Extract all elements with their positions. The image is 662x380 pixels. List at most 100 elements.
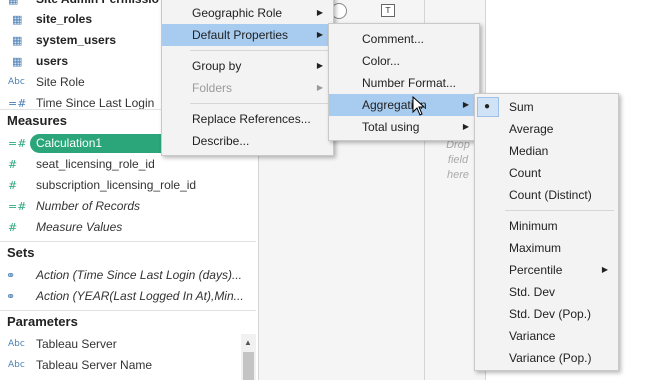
menu-separator: [505, 210, 614, 211]
menu-item-color[interactable]: Color...: [329, 50, 479, 72]
menu-item-label: Average: [509, 122, 554, 136]
string-type-icon: Abc: [8, 339, 25, 349]
menu-item-total-using[interactable]: Total using ▶: [329, 116, 479, 138]
parameter-label: Tableau Server: [36, 337, 117, 351]
submenu-arrow-icon: ▶: [316, 30, 323, 39]
field-subscription-licensing-role-id[interactable]: # subscription_licensing_role_id: [0, 175, 256, 196]
set-icon: ⚭: [6, 290, 16, 303]
scroll-up-arrow-icon[interactable]: ▲: [244, 338, 252, 347]
menu-item-label: Describe...: [192, 134, 250, 148]
field-context-menu: Geographic Role ▶ Default Properties ▶ G…: [161, 0, 334, 156]
menu-item-median[interactable]: Median: [475, 140, 618, 162]
menu-item-label: Percentile: [509, 263, 563, 277]
menu-item-variance-pop[interactable]: Variance (Pop.): [475, 347, 618, 369]
menu-item-label: Sum: [509, 100, 534, 114]
scrollbar-thumb[interactable]: [243, 352, 254, 380]
field-number-of-records[interactable]: =# Number of Records: [0, 196, 256, 217]
field-label: Number of Records: [36, 199, 141, 213]
menu-item-average[interactable]: Average: [475, 118, 618, 140]
menu-item-comment[interactable]: Comment...: [329, 28, 479, 50]
menu-item-group-by[interactable]: Group by ▶: [162, 55, 333, 77]
submenu-arrow-icon: ▶: [316, 61, 323, 70]
menu-item-aggregation[interactable]: Aggregation ▶: [329, 94, 479, 116]
menu-item-label: Std. Dev (Pop.): [509, 307, 592, 321]
menu-item-label: Std. Dev: [509, 285, 556, 299]
field-label: Time Since Last Login: [36, 96, 155, 109]
submenu-arrow-icon: ▶: [462, 122, 469, 131]
set-label: Action (YEAR(Last Logged In At),Min...: [36, 289, 244, 303]
menu-item-maximum[interactable]: Maximum: [475, 237, 618, 259]
menu-item-label: Total using: [362, 120, 420, 134]
calc-number-icon: =#: [8, 137, 27, 150]
parameter-item[interactable]: Abc Tableau Server: [0, 334, 256, 355]
menu-item-label: Comment...: [362, 32, 425, 46]
default-properties-submenu: Comment... Color... Number Format... Agg…: [328, 23, 480, 141]
aggregation-submenu: ● Sum Average Median Count Count (Distin…: [474, 93, 619, 371]
string-type-icon: Abc: [8, 77, 25, 87]
menu-item-std-dev-pop[interactable]: Std. Dev (Pop.): [475, 303, 618, 325]
menu-item-label: Default Properties: [192, 28, 289, 42]
number-type-icon: #: [8, 179, 18, 192]
field-label: subscription_licensing_role_id: [36, 178, 197, 192]
menu-item-count[interactable]: Count: [475, 162, 618, 184]
menu-item-label: Count: [509, 166, 542, 180]
set-item[interactable]: ⚭ Action (Time Since Last Login (days)..…: [0, 265, 256, 286]
submenu-arrow-icon: ▶: [316, 8, 323, 17]
text-label-icon[interactable]: T: [381, 4, 395, 17]
menu-item-label: Minimum: [509, 219, 558, 233]
mouse-cursor-icon: [412, 96, 426, 116]
table-icon: ▦: [12, 34, 23, 47]
submenu-arrow-icon: ▶: [462, 100, 469, 109]
menu-item-default-properties[interactable]: Default Properties ▶: [162, 24, 333, 46]
menu-item-label: Maximum: [509, 241, 562, 255]
parameter-item[interactable]: Abc Tableau Server Name: [0, 355, 256, 376]
menu-item-label: Geographic Role: [192, 6, 283, 20]
menu-item-label: Group by: [192, 59, 242, 73]
string-type-icon: Abc: [8, 360, 25, 370]
field-seat-licensing-role-id[interactable]: # seat_licensing_role_id: [0, 154, 256, 175]
menu-item-label: Replace References...: [192, 112, 311, 126]
menu-item-replace-references[interactable]: Replace References...: [162, 108, 333, 130]
field-label: Measure Values: [36, 220, 123, 234]
table-label: system_users: [36, 33, 117, 47]
menu-item-sum[interactable]: ● Sum: [475, 96, 618, 118]
calc-number-icon: =#: [8, 97, 27, 109]
sets-header: Sets: [0, 241, 256, 263]
drop-field-hint: Drop field here: [440, 138, 476, 183]
menu-item-count-distinct[interactable]: Count (Distinct): [475, 184, 618, 206]
table-icon: ▦: [12, 55, 23, 68]
menu-item-number-format[interactable]: Number Format...: [329, 72, 479, 94]
drop-hint-line: field: [447, 154, 469, 166]
table-icon: ▦: [12, 13, 23, 26]
table-label: site_roles: [36, 12, 93, 26]
menu-item-geographic-role[interactable]: Geographic Role ▶: [162, 2, 333, 24]
drop-hint-line: here: [446, 169, 470, 181]
set-item[interactable]: ⚭ Action (YEAR(Last Logged In At),Min...: [0, 286, 256, 307]
menu-item-minimum[interactable]: Minimum: [475, 215, 618, 237]
table-label: users: [36, 54, 69, 68]
menu-item-label: Median: [509, 144, 549, 158]
set-label: Action (Time Since Last Login (days)...: [36, 268, 242, 282]
menu-item-percentile[interactable]: Percentile ▶: [475, 259, 618, 281]
menu-item-label: Color...: [362, 54, 401, 68]
set-icon: ⚭: [6, 269, 16, 282]
menu-item-variance[interactable]: Variance: [475, 325, 618, 347]
menu-item-std-dev[interactable]: Std. Dev: [475, 281, 618, 303]
menu-item-label: Number Format...: [362, 76, 457, 90]
parameters-header: Parameters: [0, 310, 256, 332]
menu-item-label: Folders: [192, 81, 233, 95]
field-measure-values[interactable]: # Measure Values: [0, 217, 256, 238]
parameter-label: Tableau Server Name: [36, 358, 153, 372]
field-label: seat_licensing_role_id: [36, 157, 155, 171]
submenu-arrow-icon: ▶: [316, 83, 323, 92]
submenu-arrow-icon: ▶: [601, 265, 608, 274]
menu-item-label: Variance (Pop.): [509, 351, 592, 365]
number-type-icon: #: [8, 158, 18, 171]
menu-item-describe[interactable]: Describe...: [162, 130, 333, 152]
menu-item-folders: Folders ▶: [162, 77, 333, 99]
radio-bullet-icon: ●: [484, 101, 491, 112]
calc-number-icon: =#: [8, 200, 27, 213]
menu-item-label: Count (Distinct): [509, 188, 592, 202]
field-label: Site Role: [36, 75, 85, 89]
number-type-icon: #: [8, 221, 18, 234]
